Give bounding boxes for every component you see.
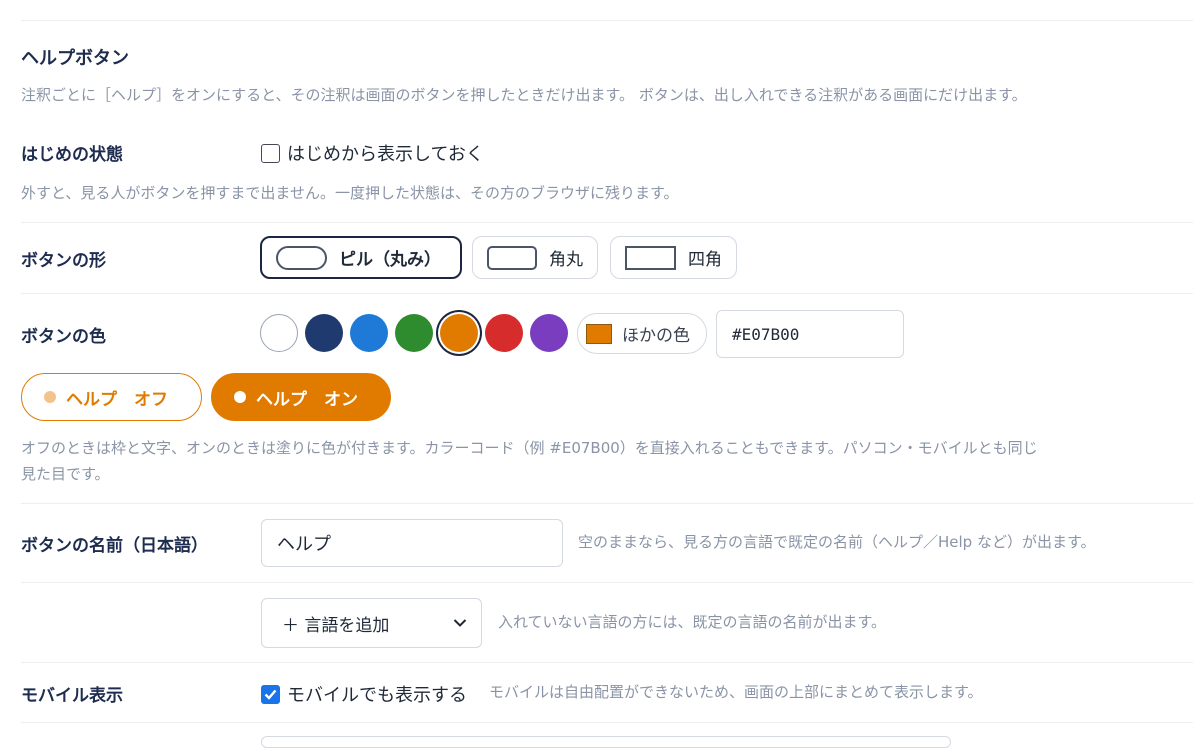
add-language-label: ＋ 言語を追加 bbox=[282, 615, 390, 636]
shape-option-label: ピル（丸み） bbox=[339, 250, 441, 270]
indicator-dot-icon bbox=[44, 391, 56, 403]
pill-shape-icon bbox=[276, 245, 327, 270]
button-shape-label: ボタンの形 bbox=[21, 251, 106, 271]
checkbox-box[interactable] bbox=[261, 684, 280, 704]
initial-state-hint: 外すと、見る人がボタンを押すまで出ません。一度押した状態は、その方のブラウザに残… bbox=[21, 184, 679, 202]
show-on-mobile-label: モバイルでも表示する bbox=[287, 685, 467, 706]
help-on-label: ヘルプ オン bbox=[256, 389, 358, 410]
other-color-label: ほかの色 bbox=[622, 326, 690, 346]
divider bbox=[21, 722, 1193, 723]
show-initially-checkbox[interactable]: はじめから表示しておく bbox=[261, 140, 484, 166]
button-name-hint: 空のままなら、見る方の言語で既定の名前（ヘルプ／Help など）が出ます。 bbox=[578, 533, 1096, 551]
custom-color-swatch bbox=[586, 323, 612, 344]
chevron-down-icon bbox=[453, 619, 467, 627]
shape-option-pill[interactable]: ピル（丸み） bbox=[260, 236, 462, 279]
initial-state-label: はじめの状態 bbox=[21, 145, 123, 165]
color-hint-line2: 見た目です。 bbox=[21, 465, 110, 483]
shape-option-rounded[interactable]: 角丸 bbox=[472, 236, 598, 279]
show-on-mobile-checkbox[interactable]: モバイルでも表示する bbox=[261, 681, 467, 707]
color-swatch-orange[interactable] bbox=[440, 314, 478, 352]
divider bbox=[21, 503, 1193, 504]
hex-color-input[interactable]: #E07B00 bbox=[716, 310, 904, 358]
help-off-label: ヘルプ オフ bbox=[66, 389, 168, 410]
button-name-input[interactable]: ヘルプ bbox=[261, 519, 563, 567]
color-swatch-red[interactable] bbox=[485, 314, 523, 352]
mobile-display-label: モバイル表示 bbox=[21, 686, 123, 706]
mobile-hint: モバイルは自由配置ができないため、画面の上部にまとめて表示します。 bbox=[489, 683, 983, 701]
next-field-input[interactable] bbox=[261, 736, 951, 748]
divider bbox=[21, 662, 1193, 663]
color-swatch-green[interactable] bbox=[395, 314, 433, 352]
divider bbox=[21, 293, 1193, 294]
section-description: 注釈ごとに［ヘルプ］をオンにすると、その注釈は画面のボタンを押したときだけ出ます… bbox=[21, 86, 1027, 104]
rounded-shape-icon bbox=[487, 245, 537, 270]
other-color-button[interactable]: ほかの色 bbox=[577, 313, 707, 354]
top-divider bbox=[21, 20, 1193, 21]
add-language-select[interactable]: ＋ 言語を追加 bbox=[261, 598, 482, 648]
show-initially-label: はじめから表示しておく bbox=[287, 144, 484, 165]
shape-option-label: 四角 bbox=[688, 250, 722, 270]
checkbox-box[interactable] bbox=[261, 143, 280, 163]
language-hint: 入れていない言語の方には、既定の言語の名前が出ます。 bbox=[498, 613, 887, 631]
indicator-dot-icon bbox=[234, 391, 246, 403]
shape-option-square[interactable]: 四角 bbox=[610, 236, 737, 279]
color-swatch-blue[interactable] bbox=[350, 314, 388, 352]
button-color-label: ボタンの色 bbox=[21, 327, 106, 347]
color-swatch-navy[interactable] bbox=[305, 314, 343, 352]
divider bbox=[21, 222, 1193, 223]
color-swatch-purple[interactable] bbox=[530, 314, 568, 352]
color-hint-line1: オフのときは枠と文字、オンのときは塗りに色が付きます。カラーコード（例 #E07… bbox=[21, 439, 1038, 457]
shape-option-label: 角丸 bbox=[549, 250, 583, 270]
color-swatch-white[interactable] bbox=[260, 314, 298, 352]
divider bbox=[21, 582, 1193, 583]
checkmark-icon bbox=[264, 689, 277, 700]
section-title: ヘルプボタン bbox=[21, 48, 129, 69]
help-on-preview-button[interactable]: ヘルプ オン bbox=[211, 373, 391, 421]
help-off-preview-button[interactable]: ヘルプ オフ bbox=[21, 373, 202, 421]
square-shape-icon bbox=[625, 245, 676, 270]
button-name-label: ボタンの名前（日本語） bbox=[21, 536, 208, 556]
